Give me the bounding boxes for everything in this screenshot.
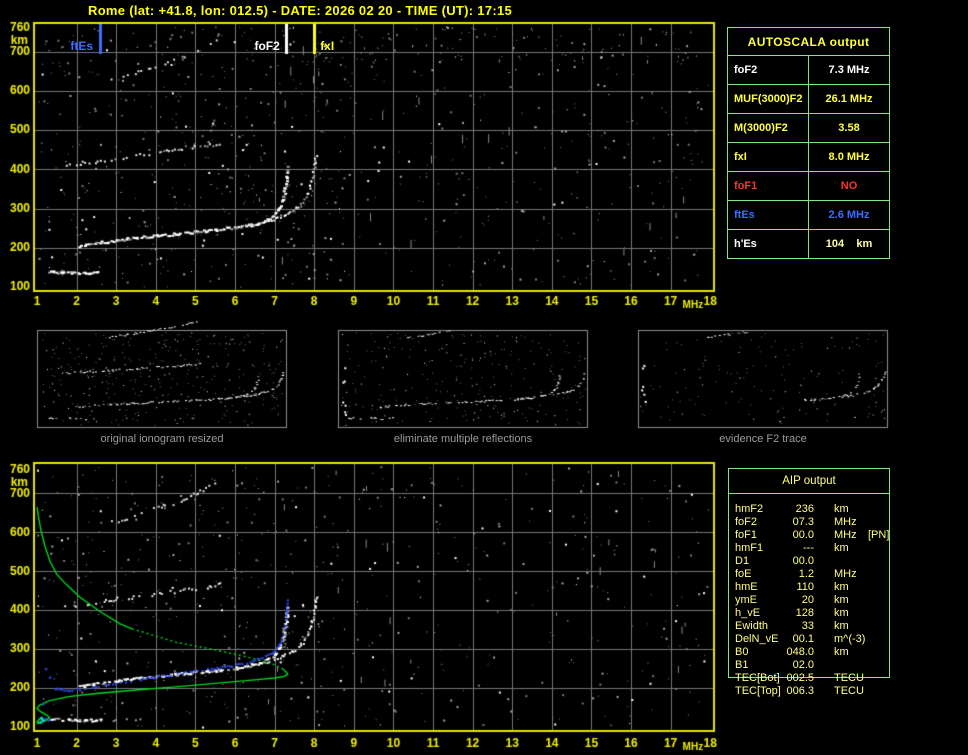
caption-eliminate-reflections: eliminate multiple reflections <box>393 433 533 445</box>
aip-row-unit: MHz <box>834 516 857 528</box>
aip-row: h_vE 128 km <box>728 607 894 620</box>
aip-row-unit: TECU <box>834 672 864 684</box>
autoscala-screen: Rome (lat: +41.8, lon: 012.5) - DATE: 20… <box>0 0 968 755</box>
autoscala-row: h'Es 104 km <box>727 229 890 259</box>
autoscala-row-label: M(3000)F2 <box>727 113 809 143</box>
aip-header: AIP output <box>728 468 890 494</box>
aip-row-value: 02.0 <box>792 659 814 671</box>
aip-row-unit: km <box>834 594 849 606</box>
aip-row: Ewidth 33 km <box>728 620 894 633</box>
aip-row: ymE 20 km <box>728 594 894 607</box>
autoscala-row-label: MUF(3000)F2 <box>727 84 809 114</box>
aip-row-unit: km <box>834 503 849 515</box>
aip-row-value: 002.5 <box>786 672 814 684</box>
autoscala-row-value: 104 km <box>808 229 890 259</box>
aip-row-value: 236 <box>795 503 814 515</box>
autoscala-row: fxI 8.0 MHz <box>727 142 890 172</box>
marker-label-fxI: fxI <box>320 39 335 53</box>
aip-row: hmE 110 km <box>728 581 894 594</box>
aip-row-value: 00.1 <box>792 633 814 645</box>
aip-row-value: 00.0 <box>792 529 814 541</box>
autoscala-row-label: foF1 <box>727 171 809 201</box>
aip-row-value: 33 <box>801 620 814 632</box>
aip-row-value: 20 <box>801 594 814 606</box>
aip-row: D1 00.0 <box>728 555 894 568</box>
caption-original-ionogram: original ionogram resized <box>100 433 224 445</box>
autoscala-row-label: foF2 <box>727 55 809 85</box>
aip-row-value: 1.2 <box>798 568 814 580</box>
aip-row: B0 048.0 km <box>728 646 894 659</box>
autoscala-row-label: h'Es <box>727 229 809 259</box>
autoscala-row-label: fxI <box>727 142 809 172</box>
aip-row-value: 07.3 <box>792 516 814 528</box>
autoscala-row: M(3000)F2 3.58 <box>727 113 890 143</box>
autoscala-header: AUTOSCALA output <box>727 27 890 56</box>
marker-label-ftEs: ftEs <box>70 39 94 53</box>
aip-row-value: --- <box>803 542 814 554</box>
autoscala-row-value: 8.0 MHz <box>808 142 890 172</box>
autoscala-row-value: 7.3 MHz <box>808 55 890 85</box>
aip-rows: hmF2 236 km foF2 07.3 MHz foF1 00.0 MHz [PN] hmF1-… <box>728 503 894 698</box>
aip-row-unit: TECU <box>834 685 864 697</box>
aip-row-value: 128 <box>795 607 814 619</box>
autoscala-row-value: 26.1 MHz <box>808 84 890 114</box>
autoscala-row-value: NO <box>808 171 890 201</box>
autoscala-panel: AUTOSCALA output foF2 7.3 MHz MUF(3000)F2 2… <box>727 27 890 259</box>
autoscala-row-value: 3.58 <box>808 113 890 143</box>
aip-row: hmF1 --- km <box>728 542 894 555</box>
aip-row-unit: km <box>834 581 849 593</box>
page-title: Rome (lat: +41.8, lon: 012.5) - DATE: 20… <box>88 3 513 18</box>
aip-row-unit: km <box>834 542 849 554</box>
aip-row: foF1 00.0 MHz [PN] <box>728 529 894 542</box>
aip-row-unit: km <box>834 607 849 619</box>
autoscala-row-label: ftEs <box>727 200 809 230</box>
aip-row-value: 006.3 <box>786 685 814 697</box>
aip-row-unit: m^(-3) <box>834 633 866 645</box>
autoscala-table: AUTOSCALA output foF2 7.3 MHz MUF(3000)F2 2… <box>727 27 890 259</box>
aip-row-value: 110 <box>796 581 814 593</box>
autoscala-row: foF1 NO <box>727 171 890 201</box>
aip-row: hmF2 236 km <box>728 503 894 516</box>
aip-row-unit: MHz <box>834 529 857 541</box>
aip-row: B1 02.0 <box>728 659 894 672</box>
aip-row-unit: km <box>834 646 849 658</box>
autoscala-row: foF2 7.3 MHz <box>727 55 890 85</box>
aip-row: foF2 07.3 MHz <box>728 516 894 529</box>
autoscala-row: MUF(3000)F2 26.1 MHz <box>727 84 890 114</box>
aip-row: TEC[Bot] 002.5 TECU <box>728 672 894 685</box>
autoscala-row-value: 2.6 MHz <box>808 200 890 230</box>
aip-row: TEC[Top] 006.3 TECU <box>728 685 894 698</box>
aip-row-value: 00.0 <box>792 555 814 567</box>
marker-label-foF2: foF2 <box>254 39 280 53</box>
aip-row: foE 1.2 MHz <box>728 568 894 581</box>
aip-row: DelN_vE 00.1 m^(-3) <box>728 633 894 646</box>
aip-row-unit: km <box>834 620 849 632</box>
aip-row-extra: [PN] <box>868 529 890 541</box>
caption-evidence-f2-trace: evidence F2 trace <box>719 433 807 445</box>
aip-row-value: 048.0 <box>786 646 814 658</box>
autoscala-row: ftEs 2.6 MHz <box>727 200 890 230</box>
aip-row-unit: MHz <box>834 568 857 580</box>
